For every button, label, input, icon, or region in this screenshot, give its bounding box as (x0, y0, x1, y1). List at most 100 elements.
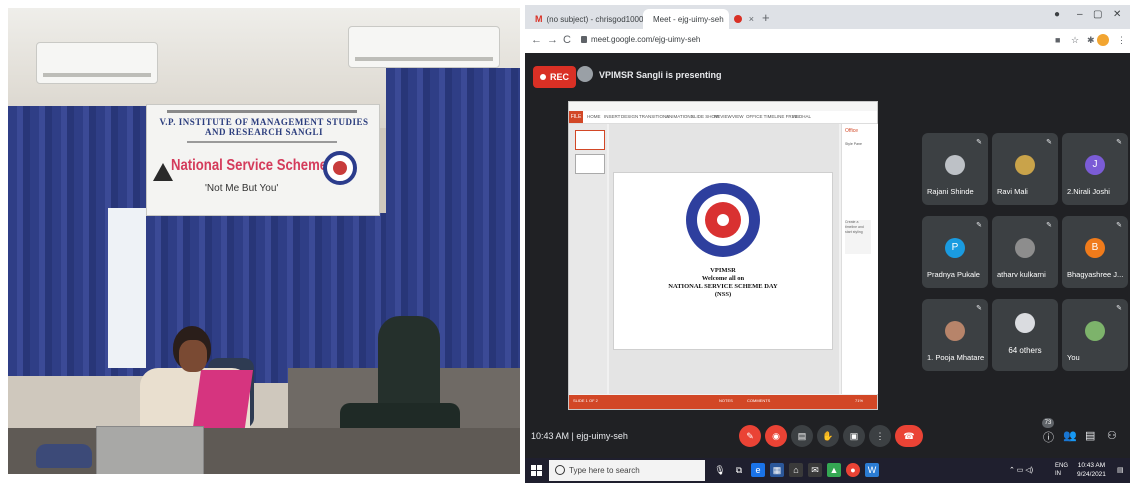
participant-tile[interactable]: ✎ P Pradnya Pukale (922, 216, 988, 288)
participant-tile[interactable]: ✎ atharv kulkarni (992, 216, 1058, 288)
slide-thumbnail-1[interactable] (575, 130, 605, 150)
banner-motto: 'Not Me But You' (205, 183, 279, 194)
avatar (1015, 238, 1035, 258)
search-placeholder: Type here to search (569, 466, 640, 475)
air-conditioner-right (348, 26, 500, 68)
shared-presentation: FILE HOME INSERT DESIGN TRANSITIONS ANIM… (568, 101, 878, 410)
star-icon[interactable]: ☆ (1071, 35, 1079, 46)
windows-taskbar: Type here to search 🎙 ⧉ e ▦ ⌂ ✉ ▲ ● W ⌃ … (525, 458, 1130, 483)
ppt-menu-view[interactable]: VIEW (732, 114, 744, 119)
extensions-icon[interactable]: ✱ (1087, 35, 1095, 46)
nss-logo-icon (686, 183, 760, 257)
captions-button[interactable]: ▤ (791, 425, 813, 447)
notes-button[interactable]: NOTES (719, 398, 733, 403)
nss-banner: V.P. INSTITUTE OF MANAGEMENT STUDIES AND… (146, 104, 380, 216)
minimize-icon[interactable]: – (1077, 9, 1083, 20)
ppt-menu-animations[interactable]: ANIMATIONS (666, 114, 694, 119)
account-indicator-icon[interactable]: ● (1054, 9, 1060, 20)
avatar (945, 321, 965, 341)
tab-label: Meet - ejg-uimy-seh (653, 14, 724, 24)
zoom-level[interactable]: 71% (855, 398, 863, 403)
app-icon[interactable]: ▲ (827, 463, 841, 477)
participant-tile[interactable]: ✎ J 2.Nirali Joshi (1062, 133, 1128, 205)
camera-icon[interactable]: ■ (1055, 35, 1060, 45)
notifications-icon[interactable]: ▤ (1117, 466, 1124, 474)
ppt-menu-office-timeline[interactable]: OFFICE TIMELINE FREE (746, 114, 798, 119)
info-icon[interactable]: ⓘ (1043, 429, 1054, 445)
profile-avatar[interactable] (1097, 34, 1109, 46)
raise-hand-button[interactable]: ✋ (817, 425, 839, 447)
mic-off-icon: ✎ (976, 139, 982, 146)
maximize-icon[interactable]: ▢ (1093, 9, 1102, 20)
lock-icon (581, 36, 587, 43)
ppt-file-tab[interactable]: FILE (569, 111, 583, 123)
ppt-menu-user[interactable]: ABDHAL (793, 114, 811, 119)
ppt-menu-design[interactable]: DESIGN (621, 114, 638, 119)
gmail-icon: M (535, 14, 543, 24)
air-conditioner-left (36, 42, 158, 84)
avatar: B (1085, 238, 1105, 258)
ppt-status-bar: SLIDE 1 OF 2 NOTES COMMENTS 71% (569, 395, 877, 409)
url-field[interactable]: meet.google.com/ejg-uimy-seh (591, 35, 700, 44)
clock-date: 9/24/2021 (1077, 471, 1106, 478)
mic-toggle-button[interactable]: ✎ (739, 425, 761, 447)
participant-tile[interactable]: ✎ Rajani Shinde (922, 133, 988, 205)
task-view-icon[interactable]: ⧉ (732, 463, 746, 477)
meeting-details: 10:43 AM | ejg-uimy-seh (531, 431, 628, 441)
mic-icon[interactable]: 🎙 (713, 463, 727, 477)
tab-gmail[interactable]: M (no subject) - chrisgod1000@gm × (529, 9, 644, 29)
mic-off-icon: ✎ (1116, 305, 1122, 312)
store-icon[interactable]: ⌂ (789, 463, 803, 477)
leave-call-button[interactable]: ☎ (895, 425, 923, 447)
language-indicator[interactable]: ENG IN (1055, 462, 1068, 478)
comments-button[interactable]: COMMENTS (747, 398, 770, 403)
ppt-menu-review[interactable]: REVIEW (714, 114, 732, 119)
mic-off-icon: ✎ (1046, 139, 1052, 146)
tab-meet[interactable]: Meet - ejg-uimy-seh (643, 9, 729, 29)
participant-tile[interactable]: ✎ 1. Pooja Mhatare (922, 299, 988, 371)
pane-create-timeline[interactable]: Create a timeline and start styling (845, 220, 871, 254)
new-tab-button[interactable]: + (762, 10, 770, 25)
person-face (179, 340, 207, 372)
windows-start-icon[interactable] (531, 465, 542, 476)
current-slide: VPIMSR Welcome all on NATIONAL SERVICE S… (613, 172, 833, 350)
window-close-icon[interactable]: ✕ (1113, 9, 1121, 20)
back-icon[interactable]: ← (531, 34, 542, 46)
participant-tile[interactable]: ✎ B Bhagyashree J... (1062, 216, 1128, 288)
menu-icon[interactable]: ⋮ (1117, 35, 1126, 46)
meeting-code: ejg-uimy-seh (576, 431, 628, 441)
taskbar-search[interactable]: Type here to search (549, 460, 705, 481)
close-icon[interactable]: × (749, 14, 754, 24)
chat-icon[interactable]: ▤ (1085, 429, 1095, 442)
activities-icon[interactable]: ⚇ (1107, 429, 1117, 442)
meet-header: REC VPIMSR Sangli is presenting (525, 53, 1130, 103)
slide-text: VPIMSR Welcome all on NATIONAL SERVICE S… (614, 267, 832, 299)
slide-canvas: VPIMSR Welcome all on NATIONAL SERVICE S… (609, 124, 839, 394)
participant-name: Pradnya Pukale (927, 270, 980, 279)
mic-off-icon: ✎ (976, 305, 982, 312)
participant-tile[interactable]: ✎ Ravi Mali (992, 133, 1058, 205)
ppt-menu-home[interactable]: HOME (587, 114, 601, 119)
mail-icon[interactable]: ✉ (808, 463, 822, 477)
slide-thumbnail-2[interactable] (575, 154, 605, 174)
reload-icon[interactable]: C (563, 34, 571, 46)
present-button[interactable]: ▣ (843, 425, 865, 447)
edge-icon[interactable]: e (751, 463, 765, 477)
self-tile[interactable]: ✎ You (1062, 299, 1128, 371)
camera-toggle-button[interactable]: ◉ (765, 425, 787, 447)
chrome-icon[interactable]: ● (846, 463, 860, 477)
classroom-photo: V.P. INSTITUTE OF MANAGEMENT STUDIES AND… (8, 8, 520, 474)
word-icon[interactable]: W (865, 463, 879, 477)
slide-line-4: (NSS) (714, 291, 732, 298)
others-tile[interactable]: 64 others (992, 299, 1058, 371)
more-options-button[interactable]: ⋮ (869, 425, 891, 447)
file-explorer-icon[interactable]: ▦ (770, 463, 784, 477)
ppt-menu-insert[interactable]: INSERT (604, 114, 620, 119)
people-icon[interactable]: 👥 (1063, 429, 1077, 442)
forward-icon[interactable]: → (547, 34, 558, 46)
participant-name: atharv kulkarni (997, 270, 1046, 279)
tray-icons[interactable]: ⌃ ▭ ◁) (1009, 466, 1033, 474)
ppt-menu-transitions[interactable]: TRANSITIONS (639, 114, 669, 119)
tab-recording[interactable]: × (728, 9, 760, 29)
system-clock[interactable]: 10:43 AM 9/24/2021 (1077, 461, 1106, 479)
